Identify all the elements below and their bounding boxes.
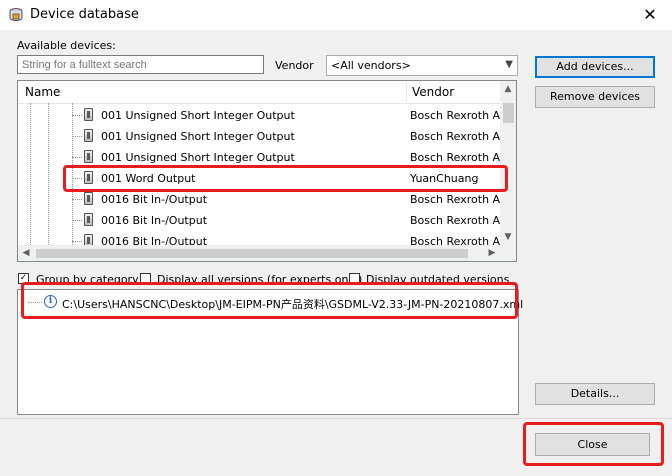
info-icon: i — [44, 295, 57, 308]
device-vendor: Bosch Rexroth AG — [410, 214, 509, 227]
list-item[interactable]: 0016 Bit In-/Output Bosch Rexroth AG — [18, 210, 508, 231]
info-panel: i C:\Users\HANSCNC\Desktop\JM-EIPM-PN产品资… — [17, 289, 523, 415]
list-header: Name Vendor — [18, 81, 500, 104]
device-database-icon — [9, 8, 23, 22]
list-item-selected[interactable]: 001 Word Output YuanChuang — [18, 168, 500, 189]
vendor-selected-value: <All vendors> — [331, 59, 411, 72]
vertical-scroll-thumb[interactable] — [503, 103, 514, 123]
device-vendor: Bosch Rexroth AG — [410, 109, 509, 122]
device-module-icon — [84, 129, 93, 142]
available-devices-label: Available devices: — [17, 39, 116, 52]
search-input[interactable] — [17, 55, 264, 74]
device-list[interactable]: Name Vendor 001 Unsigned Short Integer O… — [17, 80, 517, 262]
display-outdated-label: Display outdated versions — [366, 273, 510, 286]
device-name: 001 Unsigned Short Integer Output — [101, 130, 295, 143]
column-name[interactable]: Name — [25, 85, 60, 99]
scroll-up-icon[interactable]: ▲ — [500, 81, 516, 97]
device-name: 001 Unsigned Short Integer Output — [101, 151, 295, 164]
add-devices-button[interactable]: Add devices... — [535, 56, 655, 78]
vertical-scrollbar[interactable]: ▲ ▼ — [500, 81, 516, 245]
footer-divider — [0, 418, 672, 419]
device-name: 001 Unsigned Short Integer Output — [101, 109, 295, 122]
device-name: 0016 Bit In-/Output — [101, 214, 208, 227]
device-module-icon — [84, 213, 93, 226]
scroll-left-icon[interactable]: ◀ — [18, 245, 34, 261]
list-item[interactable]: 001 Unsigned Short Integer Output Bosch … — [18, 126, 508, 147]
chevron-down-icon: ▼ — [505, 59, 513, 70]
device-name: 0016 Bit In-/Output — [101, 193, 208, 206]
device-name: 001 Word Output — [101, 172, 196, 185]
window-close-button[interactable]: ✕ — [635, 4, 665, 26]
group-by-category-label: Group by category — [36, 273, 139, 286]
list-item[interactable]: 001 Unsigned Short Integer Output Bosch … — [18, 147, 508, 168]
horizontal-scroll-thumb[interactable] — [36, 249, 468, 258]
horizontal-scrollbar[interactable]: ◀ ▶ — [18, 245, 516, 261]
list-item[interactable]: 001 Unsigned Short Integer Output Bosch … — [18, 105, 508, 126]
device-vendor: Bosch Rexroth AG — [410, 193, 509, 206]
window-title: Device database — [30, 7, 139, 22]
scroll-right-icon[interactable]: ▶ — [484, 245, 500, 261]
display-outdated-checkbox[interactable] — [349, 273, 360, 284]
gsdml-file-path[interactable]: C:\Users\HANSCNC\Desktop\JM-EIPM-PN产品资料\… — [62, 296, 523, 312]
device-module-icon — [84, 150, 93, 163]
device-module-icon — [84, 192, 93, 205]
vendor-select[interactable]: <All vendors> ▼ — [326, 55, 518, 76]
scroll-down-icon[interactable]: ▼ — [500, 229, 516, 245]
list-item[interactable]: 0016 Bit In-/Output Bosch Rexroth AG — [18, 189, 508, 210]
vendor-label: Vendor — [275, 59, 314, 72]
display-all-versions-label: Display all versions (for experts only) — [157, 273, 363, 286]
display-all-versions-checkbox[interactable] — [140, 273, 151, 284]
remove-devices-button[interactable]: Remove devices — [535, 86, 655, 108]
column-vendor[interactable]: Vendor — [412, 85, 454, 99]
device-module-icon — [84, 108, 93, 121]
device-vendor: Bosch Rexroth AG — [410, 130, 509, 143]
device-vendor: Bosch Rexroth AG — [410, 151, 509, 164]
device-vendor: YuanChuang — [410, 172, 479, 185]
device-module-icon — [84, 171, 93, 184]
close-button[interactable]: Close — [535, 433, 650, 456]
group-by-category-checkbox[interactable]: ✓ — [18, 273, 29, 284]
details-button[interactable]: Details... — [535, 383, 655, 405]
